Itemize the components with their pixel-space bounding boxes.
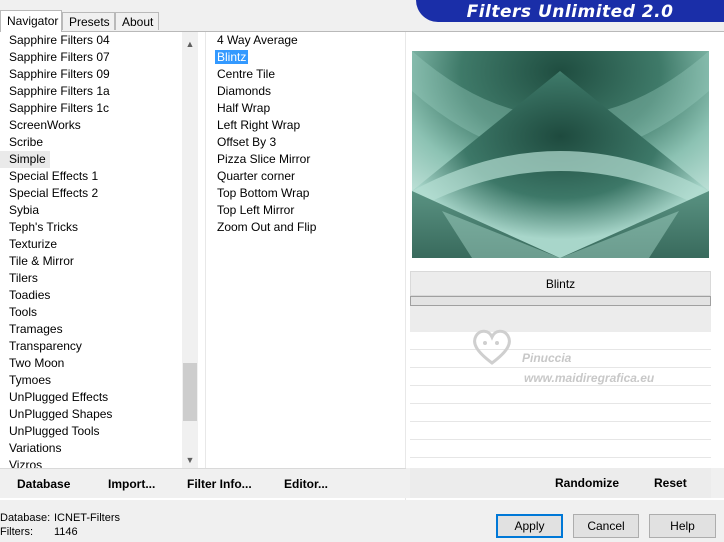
category-item[interactable]: Scribe: [0, 134, 182, 151]
randomize-button[interactable]: Randomize: [555, 476, 619, 490]
watermark-site: www.maidiregrafica.eu: [524, 371, 655, 385]
action-bar: Database Import... Filter Info... Editor…: [0, 468, 724, 498]
filter-item[interactable]: Centre Tile: [207, 66, 405, 83]
database-value: ICNET-Filters: [54, 512, 120, 524]
category-item[interactable]: Teph's Tricks: [0, 219, 182, 236]
category-item[interactable]: UnPlugged Tools: [0, 423, 182, 440]
cancel-button[interactable]: Cancel: [573, 514, 639, 538]
category-item[interactable]: Transparency: [0, 338, 182, 355]
editor-button[interactable]: Editor...: [284, 477, 328, 491]
parameter-title: Blintz: [410, 271, 711, 296]
category-item[interactable]: Tools: [0, 304, 182, 321]
category-item[interactable]: UnPlugged Effects: [0, 389, 182, 406]
filter-item-selected[interactable]: Blintz: [207, 49, 405, 66]
navigator-panel: Sapphire Filters 04 Sapphire Filters 07 …: [0, 31, 724, 500]
filter-item[interactable]: Pizza Slice Mirror: [207, 151, 405, 168]
category-item[interactable]: Texturize: [0, 236, 182, 253]
category-item[interactable]: Sapphire Filters 1c: [0, 100, 182, 117]
divider: [205, 32, 206, 472]
category-item[interactable]: Sapphire Filters 04: [0, 32, 182, 49]
app-banner-title: Filters Unlimited 2.0: [416, 0, 724, 22]
filter-preview-image: [412, 51, 709, 258]
category-list[interactable]: Sapphire Filters 04 Sapphire Filters 07 …: [0, 32, 182, 472]
category-item[interactable]: Tilers: [0, 270, 182, 287]
filter-item[interactable]: Quarter corner: [207, 168, 405, 185]
scroll-down-icon[interactable]: ▼: [182, 452, 198, 468]
category-item[interactable]: Tymoes: [0, 372, 182, 389]
tab-presets[interactable]: Presets: [62, 12, 115, 30]
database-button[interactable]: Database: [17, 477, 70, 491]
category-item[interactable]: Sybia: [0, 202, 182, 219]
category-item-selected[interactable]: Simple: [0, 151, 50, 168]
filter-list[interactable]: 4 Way Average Blintz Centre Tile Diamond…: [207, 32, 405, 472]
watermark-name: Pinuccia: [522, 351, 572, 365]
category-item[interactable]: ScreenWorks: [0, 117, 182, 134]
category-item[interactable]: UnPlugged Shapes: [0, 406, 182, 423]
parameter-slider[interactable]: [410, 296, 711, 306]
tab-navigator[interactable]: Navigator: [0, 10, 62, 32]
help-button[interactable]: Help: [649, 514, 716, 538]
divider: [405, 32, 406, 500]
scroll-up-icon[interactable]: ▲: [182, 36, 198, 52]
scroll-thumb[interactable]: [183, 363, 197, 421]
database-label: Database:: [0, 512, 51, 524]
category-item[interactable]: Sapphire Filters 07: [0, 49, 182, 66]
filter-item[interactable]: Top Bottom Wrap: [207, 185, 405, 202]
category-item[interactable]: Two Moon: [0, 355, 182, 372]
filter-item[interactable]: Half Wrap: [207, 100, 405, 117]
apply-button[interactable]: Apply: [496, 514, 563, 538]
category-item[interactable]: Toadies: [0, 287, 182, 304]
tab-about[interactable]: About: [115, 12, 159, 30]
filter-item[interactable]: Diamonds: [207, 83, 405, 100]
category-item[interactable]: Special Effects 2: [0, 185, 182, 202]
filter-item[interactable]: Left Right Wrap: [207, 117, 405, 134]
filters-count: 1146: [54, 526, 78, 538]
reset-button[interactable]: Reset: [654, 476, 687, 490]
filter-item[interactable]: Zoom Out and Flip: [207, 219, 405, 236]
filter-item[interactable]: Offset By 3: [207, 134, 405, 151]
heart-icon: [473, 329, 511, 365]
category-item[interactable]: Sapphire Filters 09: [0, 66, 182, 83]
category-item[interactable]: Special Effects 1: [0, 168, 182, 185]
filter-item[interactable]: 4 Way Average: [207, 32, 405, 49]
category-item[interactable]: Sapphire Filters 1a: [0, 83, 182, 100]
filters-label: Filters:: [0, 526, 33, 538]
category-item[interactable]: Tile & Mirror: [0, 253, 182, 270]
filter-info-button[interactable]: Filter Info...: [187, 477, 252, 491]
category-item[interactable]: Tramages: [0, 321, 182, 338]
import-button[interactable]: Import...: [108, 477, 155, 491]
category-item[interactable]: Variations: [0, 440, 182, 457]
filter-item[interactable]: Top Left Mirror: [207, 202, 405, 219]
category-scrollbar[interactable]: ▲ ▼: [182, 32, 198, 468]
